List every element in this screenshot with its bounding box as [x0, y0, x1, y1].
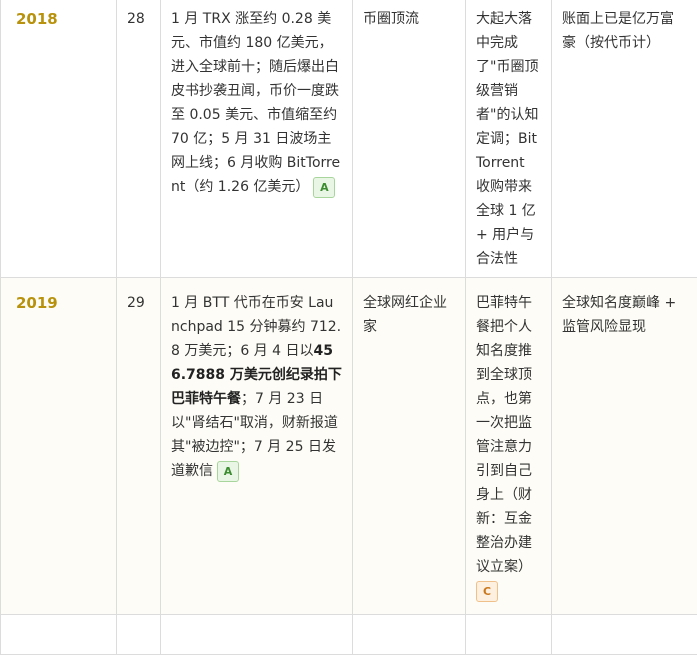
empty-cell — [552, 615, 697, 655]
year-cell: 2018 — [1, 0, 117, 278]
age-cell: 29 — [117, 278, 161, 615]
empty-cell — [161, 615, 353, 655]
wealth-cell: 账面上已是亿万富豪（按代币计） — [552, 0, 697, 278]
table-row: 2018 28 1 月 TRX 涨至约 0.28 美元、市值约 180 亿美元，… — [1, 0, 697, 278]
timeline-table: 2018 28 1 月 TRX 涨至约 0.28 美元、市值约 180 亿美元，… — [0, 0, 697, 655]
events-text: 1 月 TRX 涨至约 0.28 美元、市值约 180 亿美元，进入全球前十；随… — [171, 11, 340, 195]
table-row: 2019 29 1 月 BTT 代币在币安 Launchpad 15 分钟募约 … — [1, 278, 697, 615]
events-cell: 1 月 TRX 涨至约 0.28 美元、市值约 180 亿美元，进入全球前十；随… — [161, 0, 353, 278]
age-cell: 28 — [117, 0, 161, 278]
empty-cell — [353, 615, 466, 655]
table-row — [1, 615, 697, 655]
wealth-cell: 全球知名度巅峰 + 监管风险显现 — [552, 278, 697, 615]
empty-cell — [117, 615, 161, 655]
grade-badge: A — [313, 177, 335, 198]
empty-cell — [466, 615, 552, 655]
empty-cell — [1, 615, 117, 655]
events-cell: 1 月 BTT 代币在币安 Launchpad 15 分钟募约 712.8 万美… — [161, 278, 353, 615]
grade-badge: C — [476, 581, 498, 602]
evaluation-cell: 大起大落中完成了"币圈顶级营销者"的认知定调；BitTorrent 收购带来全球… — [466, 0, 552, 278]
identity-cell: 全球网红企业家 — [353, 278, 466, 615]
grade-badge: A — [217, 461, 239, 482]
year-cell: 2019 — [1, 278, 117, 615]
identity-cell: 币圈顶流 — [353, 0, 466, 278]
evaluation-cell: 巴菲特午餐把个人知名度推到全球顶点，也第一次把监管注意力引到自己身上（财新：互金… — [466, 278, 552, 615]
evaluation-text: 巴菲特午餐把个人知名度推到全球顶点，也第一次把监管注意力引到自己身上（财新：互金… — [476, 295, 532, 575]
